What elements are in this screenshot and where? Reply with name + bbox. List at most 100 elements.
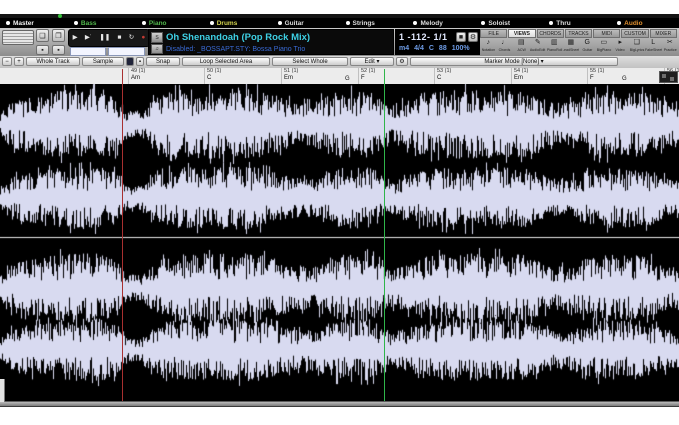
- track-tab-strings[interactable]: Strings: [340, 18, 408, 28]
- edit-menu-button[interactable]: Edit ▾: [350, 57, 394, 66]
- ribbon-button-leadsheet[interactable]: ▦LeadSheet: [563, 39, 580, 56]
- mode-tab-tracks[interactable]: TRACKS: [565, 29, 592, 38]
- snap-button[interactable]: Snap: [146, 57, 180, 66]
- mode-tab-views[interactable]: VIEWS: [508, 29, 535, 38]
- chords-icon: ♩: [501, 39, 508, 47]
- toolbar-input-1[interactable]: [70, 47, 106, 56]
- zoom-out-button[interactable]: −: [2, 57, 12, 66]
- track-tab-master[interactable]: Master: [0, 18, 68, 28]
- gear-icon[interactable]: ⚙: [396, 57, 408, 66]
- scroll-thumb[interactable]: [0, 379, 5, 402]
- save-as-button[interactable]: ▪: [52, 45, 65, 55]
- ribbon-button-acw[interactable]: ▤ACW: [513, 39, 530, 56]
- track-radio-dot[interactable]: [210, 21, 214, 25]
- stop-button[interactable]: ■: [118, 35, 122, 42]
- track-radio-dot[interactable]: [278, 21, 282, 25]
- snap-color-swatch[interactable]: [126, 57, 134, 66]
- track-radio-dot[interactable]: [142, 21, 146, 25]
- ruler-bar[interactable]: 53 (1)C: [434, 68, 451, 84]
- audio-waveform-display[interactable]: [0, 84, 679, 401]
- track-tab-soloist[interactable]: Soloist: [475, 18, 543, 28]
- window-bottom-edge: [0, 406, 679, 407]
- track-tab-bass[interactable]: Bass: [68, 18, 136, 28]
- ribbon-label: Video: [616, 47, 625, 52]
- track-radio-dot[interactable]: [481, 21, 485, 25]
- loop-button[interactable]: ↻: [129, 35, 134, 42]
- ruler-bar[interactable]: 52 (1)F: [358, 68, 375, 84]
- chord-label: F: [361, 75, 375, 82]
- track-tab-audio[interactable]: Audio: [611, 18, 679, 28]
- ribbon-button-video[interactable]: ▸Video: [612, 39, 629, 56]
- ribbon-label: PianoRoll: [547, 47, 562, 52]
- record-button[interactable]: ●: [141, 35, 145, 42]
- hold-button[interactable]: ■: [456, 32, 466, 42]
- status-readout: m44/4C88100%: [399, 45, 470, 52]
- ribbon-button-notation[interactable]: ♪Notation: [480, 39, 497, 56]
- track-radio-dot[interactable]: [74, 21, 78, 25]
- track-tab-drums[interactable]: Drums: [204, 18, 272, 28]
- style-name[interactable]: Disabled: _BOSSAPT.STY: Bossa Piano Trio: [166, 46, 305, 53]
- mode-tab-custom[interactable]: CUSTOM: [621, 29, 648, 38]
- mode-tab-file[interactable]: FILE: [480, 29, 507, 38]
- mode-tab-mixer[interactable]: MIXER: [650, 29, 677, 38]
- play-from-button[interactable]: ▶˙: [85, 35, 92, 42]
- track-tab-bar: Master BassPianoDrumsGuitarStringsMelodyS…: [0, 18, 679, 28]
- ribbon-button-bigpiano[interactable]: ▭BigPiano: [596, 39, 613, 56]
- status-token: 88: [439, 45, 447, 52]
- ruler-bar[interactable]: 55 (1)F: [587, 68, 604, 84]
- ribbon-button-practice[interactable]: ✂Practice: [662, 39, 679, 56]
- chord-label: G: [345, 76, 350, 83]
- song-memo-icon[interactable]: S: [151, 32, 163, 43]
- track-tab-melody[interactable]: Melody: [407, 18, 475, 28]
- ribbon-button-guitar[interactable]: GGuitar: [579, 39, 596, 56]
- bar-ruler[interactable]: 49 (1)Am 50 (1)C 51 (1)Em 52 (1)F 53 (1)C 54 …: [0, 68, 679, 85]
- track-radio-dot[interactable]: [549, 21, 553, 25]
- track-radio-dot[interactable]: [346, 21, 350, 25]
- pause-button[interactable]: ❚❚: [99, 35, 110, 42]
- ribbon-button-audioedit[interactable]: ✎AudioEdit: [530, 39, 547, 56]
- style-icon[interactable]: ♫: [151, 44, 163, 54]
- chord-label: C: [437, 75, 451, 82]
- ribbon-button-fakesheet[interactable]: LFakeSheet: [645, 39, 662, 56]
- ribbon-label: Notation: [482, 47, 495, 52]
- ribbon-button-pianoroll[interactable]: ▥PianoRoll: [546, 39, 563, 56]
- save-song-button[interactable]: ▪: [36, 45, 49, 55]
- mode-tab-chords[interactable]: CHORDS: [537, 29, 564, 38]
- snap-checkbox[interactable]: ▪: [136, 57, 144, 66]
- select-whole-button[interactable]: Select Whole: [272, 57, 348, 66]
- ruler-bar[interactable]: 49 (1)Am: [128, 68, 145, 84]
- ribbon-button-biglyrics[interactable]: ❏BigLyrics: [629, 39, 646, 56]
- biglyrics-icon: ❏: [634, 39, 640, 47]
- play-button[interactable]: ▶: [73, 35, 78, 42]
- track-radio-dot[interactable]: [413, 21, 417, 25]
- new-song-button[interactable]: ❏: [36, 29, 49, 42]
- ribbon-button-chords[interactable]: ♩Chords: [497, 39, 514, 56]
- mode-tab-midi[interactable]: MIDI: [593, 29, 620, 38]
- track-radio-dot[interactable]: [6, 21, 10, 25]
- track-radio-dot[interactable]: [617, 21, 621, 25]
- status-token: m4: [399, 45, 409, 52]
- band-in-a-box-window: MasterBassPianoDrumsGuitarStringsMelodyS…: [0, 0, 679, 425]
- settings-small-button[interactable]: ⚙: [468, 32, 478, 42]
- practice-icon: ✂: [667, 39, 673, 47]
- ruler-bar[interactable]: 54 (1)Em: [511, 68, 528, 84]
- open-song-button[interactable]: ❐: [52, 29, 65, 42]
- marker-mode-button[interactable]: Marker Mode [None] ▾: [410, 57, 618, 66]
- song-title[interactable]: Oh Shenandoah (Pop Rock Mix): [166, 32, 310, 43]
- toolbar-input-2[interactable]: [108, 47, 145, 56]
- notation-icon: ♪: [487, 39, 491, 47]
- sample-button[interactable]: Sample: [82, 57, 124, 66]
- ruler-bar[interactable]: 50 (1)C: [204, 68, 221, 84]
- ruler-corner-widget[interactable]: [659, 71, 678, 83]
- track-tab-thru[interactable]: Thru: [543, 18, 611, 28]
- track-tab-guitar[interactable]: Guitar: [272, 18, 340, 28]
- mixer-grid-button[interactable]: [2, 30, 34, 45]
- ribbon-label: BigLyrics: [630, 47, 644, 52]
- song-title-panel[interactable]: S Oh Shenandoah (Pop Rock Mix) ♫ Disable…: [148, 29, 394, 55]
- whole-track-button[interactable]: Whole Track: [26, 57, 80, 66]
- ruler-bar[interactable]: 51 (1)Em: [281, 68, 298, 84]
- track-tab-piano[interactable]: Piano: [136, 18, 204, 28]
- zoom-in-button[interactable]: +: [14, 57, 24, 66]
- loop-selected-area-button[interactable]: Loop Selected Area: [182, 57, 270, 66]
- track-tab-label: Master: [13, 20, 34, 27]
